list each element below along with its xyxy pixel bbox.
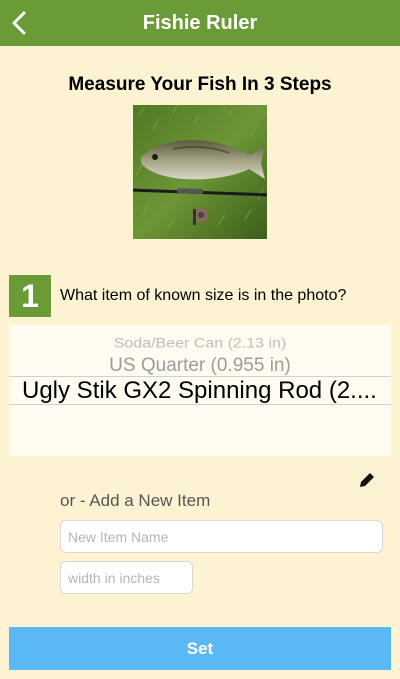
step-number-badge: 1 — [9, 275, 51, 317]
set-button[interactable]: Set — [9, 627, 391, 670]
fish-photo — [133, 105, 267, 239]
picker-selection-bottom-line — [9, 404, 391, 405]
new-item-name-input[interactable] — [60, 520, 383, 553]
page-heading: Measure Your Fish In 3 Steps — [68, 74, 332, 95]
nav-bar: Fishie Ruler — [0, 0, 400, 46]
picker-option[interactable]: Soda/Beer Can (2.13 in) — [9, 336, 391, 351]
app-title: Fishie Ruler — [142, 12, 258, 34]
pencil-icon[interactable] — [357, 470, 377, 490]
picker-option-selected[interactable]: Ugly Stik GX2 Spinning Rod (2.... — [22, 377, 387, 405]
picker-option[interactable]: US Quarter (0.955 in) — [9, 355, 391, 377]
item-width-input[interactable] — [60, 561, 193, 594]
add-item-label: or - Add a New Item — [60, 491, 211, 510]
step-question: What item of known size is in the photo? — [60, 287, 347, 304]
item-picker[interactable]: Soda/Beer Can (2.13 in) US Quarter (0.95… — [9, 325, 391, 456]
